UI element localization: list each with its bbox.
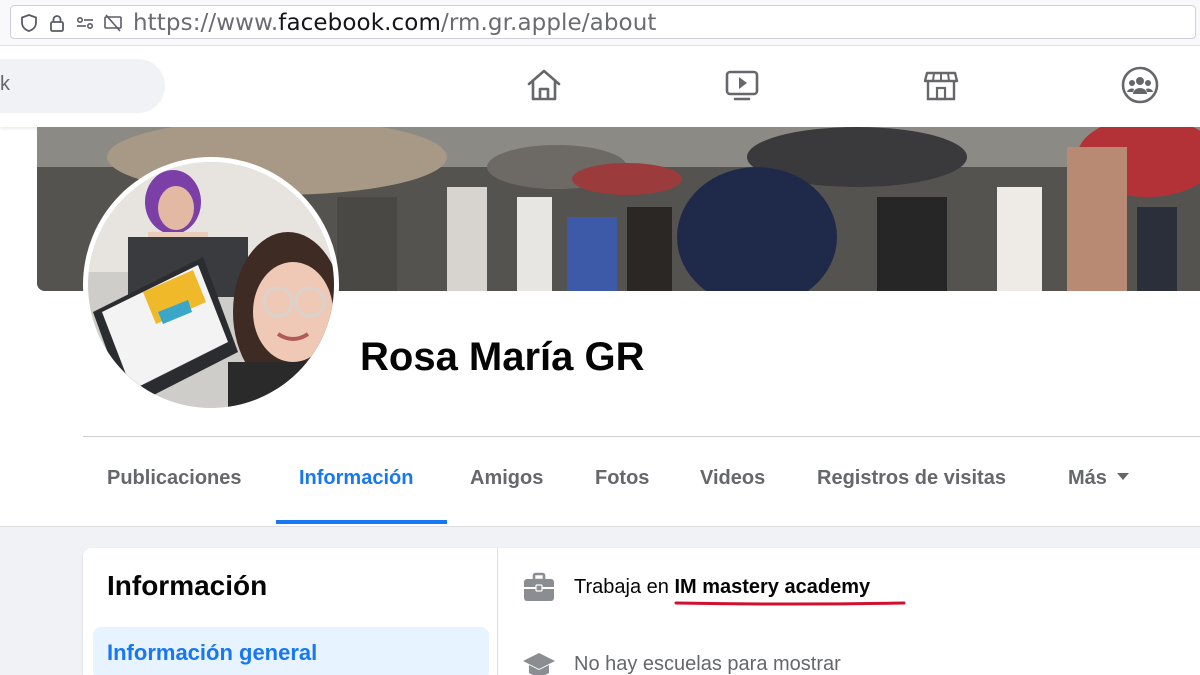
marketplace-icon[interactable] bbox=[921, 65, 961, 105]
briefcase-icon bbox=[524, 572, 554, 601]
sidebar-item-label: Información general bbox=[107, 640, 318, 665]
profile-header-divider bbox=[83, 436, 1200, 437]
tab-mas-label: Más bbox=[1068, 467, 1107, 489]
tab-registros-de-visitas[interactable]: Registros de visitas bbox=[817, 467, 1006, 490]
profile-name: Rosa María GR bbox=[360, 335, 645, 379]
tab-publicaciones[interactable]: Publicaciones bbox=[107, 467, 242, 490]
shield-icon[interactable] bbox=[19, 13, 39, 33]
tab-mas[interactable]: Más bbox=[1068, 467, 1129, 490]
search-input[interactable]: k bbox=[0, 59, 165, 113]
tab-fotos[interactable]: Fotos bbox=[595, 467, 649, 490]
browser-toolbar: https://www.facebook.com/rm.gr.apple/abo… bbox=[0, 0, 1200, 46]
work-prefix: Trabaja en bbox=[574, 576, 675, 598]
tab-videos[interactable]: Videos bbox=[700, 467, 765, 490]
profile-picture-image bbox=[88, 162, 334, 408]
work-info: Trabaja en IM mastery academy bbox=[574, 576, 870, 599]
highlight-underline bbox=[674, 601, 906, 606]
home-icon[interactable] bbox=[524, 65, 564, 105]
tab-informacion[interactable]: Información bbox=[299, 467, 413, 490]
caret-down-icon bbox=[1116, 473, 1129, 481]
facebook-top-nav: k bbox=[0, 47, 1200, 127]
search-text-fragment: k bbox=[0, 73, 10, 95]
about-card-divider bbox=[497, 548, 498, 675]
tracking-blocked-icon[interactable] bbox=[103, 13, 123, 33]
graduation-cap-icon bbox=[523, 653, 555, 675]
url-prefix: https://www. bbox=[133, 10, 279, 36]
education-info: No hay escuelas para mostrar bbox=[574, 653, 841, 675]
url-path: /rm.gr.apple/about bbox=[440, 10, 657, 36]
watch-icon[interactable] bbox=[722, 65, 762, 105]
lock-icon[interactable] bbox=[47, 13, 67, 33]
groups-icon[interactable] bbox=[1120, 65, 1160, 105]
url-text[interactable]: https://www.facebook.com/rm.gr.apple/abo… bbox=[133, 10, 657, 36]
profile-picture[interactable] bbox=[83, 157, 339, 413]
active-tab-indicator bbox=[276, 520, 447, 524]
about-title: Información bbox=[107, 570, 268, 601]
permissions-icon[interactable] bbox=[75, 13, 95, 33]
url-bar[interactable]: https://www.facebook.com/rm.gr.apple/abo… bbox=[10, 5, 1196, 39]
url-host: facebook.com bbox=[278, 10, 441, 36]
tab-amigos[interactable]: Amigos bbox=[470, 467, 543, 490]
work-company-link[interactable]: IM mastery academy bbox=[674, 576, 870, 598]
